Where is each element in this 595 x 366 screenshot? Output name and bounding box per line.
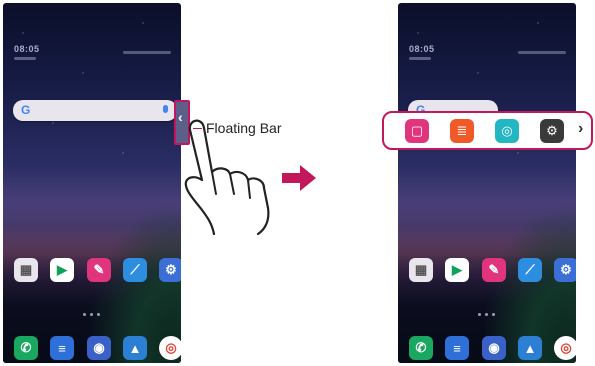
dock: ✆ ≡ ◉ ▲ ◎ [3,336,181,360]
clock-widget: 08:05 [14,44,40,54]
settings-icon[interactable]: ⚙ [159,258,181,282]
note-icon[interactable]: ▢ [405,119,429,143]
folder-icon[interactable]: ▦ [14,258,38,282]
gallery-icon[interactable]: ▲ [123,336,147,360]
chrome-icon[interactable]: ◎ [159,336,181,360]
google-search-bar[interactable]: G [13,100,177,121]
right-phone-screen: 08:05 G ▦ ▶ ✎ ⟋ ⚙ ✆ ≡ ◉ ▲ ◎ [398,3,576,363]
messages-icon[interactable]: ≡ [445,336,469,360]
chrome-icon[interactable]: ◎ [554,336,576,360]
dock: ✆ ≡ ◉ ▲ ◎ [398,336,576,360]
compass-icon[interactable]: ⟋ [518,258,542,282]
page-indicator [471,313,501,316]
gallery-icon[interactable]: ▲ [518,336,542,360]
date-text [14,57,36,60]
arrow-right-icon [282,165,316,191]
settings-icon[interactable]: ⚙ [554,258,576,282]
clock-widget: 08:05 [409,44,435,54]
chevron-right-icon[interactable]: › [578,120,583,138]
phone-icon[interactable]: ✆ [14,336,38,360]
weather-widget[interactable] [123,51,171,54]
camera-icon[interactable]: ◉ [87,336,111,360]
apps-row: ▦ ▶ ✎ ⟋ ⚙ [3,258,181,282]
list-icon[interactable]: ≣ [450,119,474,143]
play-store-icon[interactable]: ▶ [445,258,469,282]
date-text [409,57,431,60]
left-phone-screen: 08:05 G ▦ ▶ ✎ ⟋ ⚙ ✆ ≡ ◉ ▲ ◎ [3,3,181,363]
capture-icon[interactable]: ⚙ [540,119,564,143]
floating-bar-panel: ▢ ≣ ◎ ⚙ › [382,111,593,150]
qlens-icon[interactable]: ◎ [495,119,519,143]
camera-icon[interactable]: ◉ [482,336,506,360]
pen-icon[interactable]: ✎ [482,258,506,282]
compass-icon[interactable]: ⟋ [123,258,147,282]
apps-row: ▦ ▶ ✎ ⟋ ⚙ [398,258,576,282]
folder-icon[interactable]: ▦ [409,258,433,282]
messages-icon[interactable]: ≡ [50,336,74,360]
phone-icon[interactable]: ✆ [409,336,433,360]
play-store-icon[interactable]: ▶ [50,258,74,282]
page-indicator [76,313,106,316]
weather-widget[interactable] [518,51,566,54]
pen-icon[interactable]: ✎ [87,258,111,282]
google-icon: G [21,103,31,117]
